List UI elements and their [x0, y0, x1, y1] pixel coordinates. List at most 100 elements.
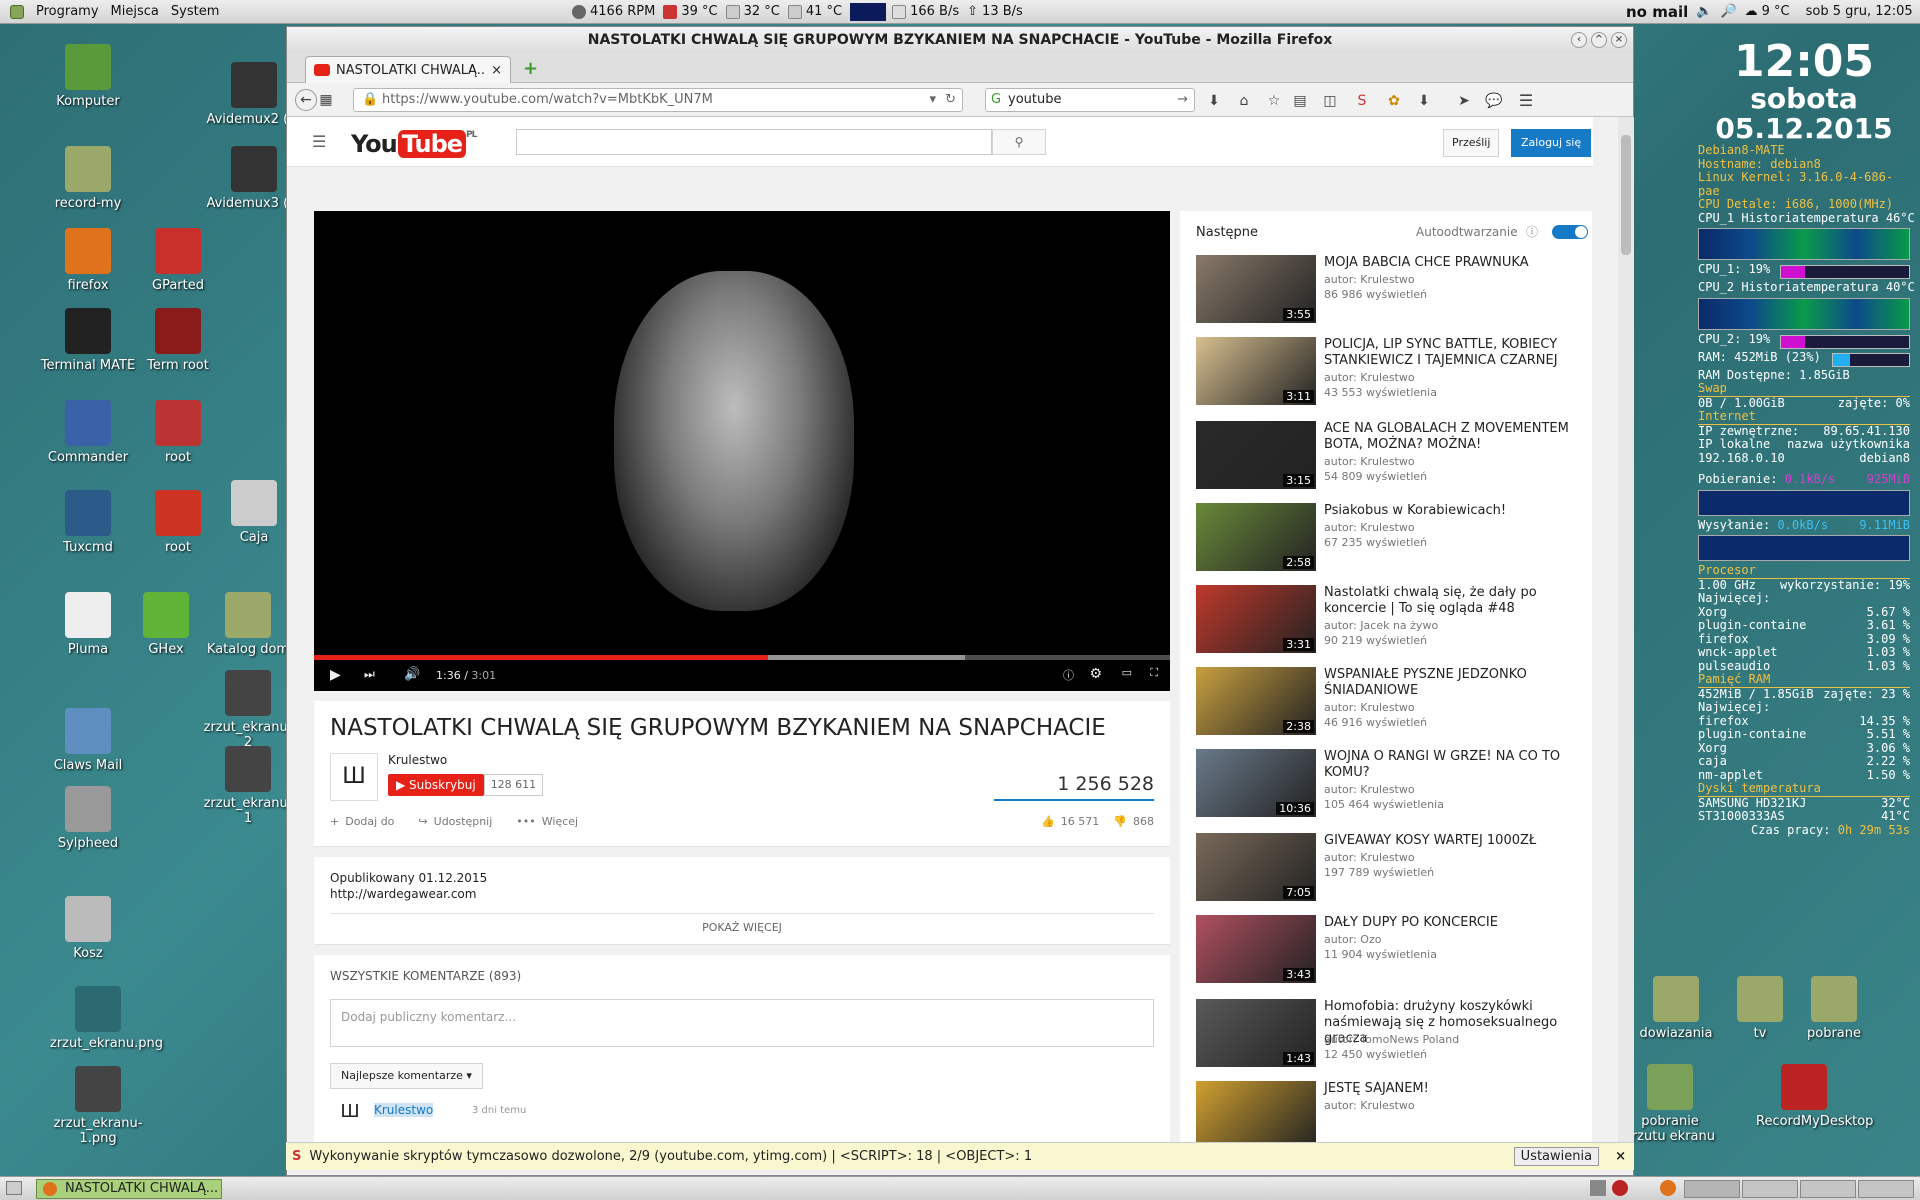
- channel-name[interactable]: Krulestwo: [388, 753, 447, 767]
- mail-applet[interactable]: no mail: [1626, 3, 1688, 21]
- tray-record-icon[interactable]: [1612, 1180, 1628, 1196]
- fan-sensor[interactable]: 4166 RPM: [572, 4, 655, 19]
- maximize-icon[interactable]: ^: [1591, 32, 1607, 48]
- search-icon[interactable]: ⚲: [992, 129, 1046, 155]
- subscribe-button[interactable]: ▶ Subskrybuj: [388, 774, 484, 796]
- dislike-button[interactable]: 👎 868: [1113, 815, 1154, 828]
- close-icon[interactable]: ×: [1611, 32, 1627, 48]
- upload-button[interactable]: Prześlij: [1443, 129, 1500, 157]
- related-video[interactable]: JESTĘ SAJANEM! autor: Krulestwo: [1196, 1081, 1592, 1151]
- signin-button[interactable]: Zaloguj się: [1511, 129, 1592, 157]
- desktop-icon[interactable]: zrzut_ekranu-2: [200, 670, 296, 750]
- desktop-icon[interactable]: pobrane: [1786, 976, 1882, 1041]
- related-title[interactable]: POLICJA, LIP SYNC BATTLE, KOBIECY STANKI…: [1324, 337, 1594, 369]
- desktop-icon[interactable]: record-my: [40, 146, 136, 211]
- video-thumbnail[interactable]: 7:05: [1196, 833, 1316, 901]
- url-bar[interactable]: 🔒 https://www.youtube.com/watch?v=MbtKbK…: [353, 88, 963, 112]
- noscript-icon[interactable]: S: [1353, 92, 1371, 110]
- menu-programy[interactable]: Programy: [36, 4, 99, 19]
- cpu-graph-applet[interactable]: [850, 2, 887, 21]
- workspace-2[interactable]: [1742, 1180, 1798, 1198]
- close-icon[interactable]: ×: [1615, 1149, 1626, 1164]
- cpu-temp-sensor[interactable]: 39 °C: [663, 4, 718, 19]
- hamburger-menu-icon[interactable]: ☰: [1517, 92, 1535, 110]
- desktop-icon[interactable]: Tuxcmd: [40, 490, 136, 555]
- related-video[interactable]: 3:31 Nastolatki chwalą się, że dały po ko…: [1196, 585, 1592, 655]
- settings-button[interactable]: Ustawienia: [1513, 1147, 1600, 1166]
- sort-dropdown[interactable]: Najlepsze komentarze ▾: [330, 1063, 483, 1089]
- related-title[interactable]: JESTĘ SAJANEM!: [1324, 1081, 1594, 1097]
- desktop-icon[interactable]: zrzut_ekranu-1: [200, 746, 296, 826]
- show-desktop-icon[interactable]: [6, 1181, 22, 1195]
- video-thumbnail[interactable]: 3:11: [1196, 337, 1316, 405]
- url-dropdown-icon[interactable]: ▾: [929, 89, 936, 111]
- related-title[interactable]: WOJNA O RANGI W GRZE! NA CO TO KOMU?: [1324, 749, 1594, 781]
- comment-input[interactable]: Dodaj publiczny komentarz...: [330, 999, 1154, 1047]
- volume-icon[interactable]: 🔊: [404, 667, 420, 682]
- menu-logo-icon[interactable]: [10, 4, 24, 19]
- video-player[interactable]: ▶ ⏭ 🔊 1:36 / 3:01 ⓘ ⚙ ▭ ⛶: [314, 211, 1170, 691]
- video-thumbnail[interactable]: 3:15: [1196, 421, 1316, 489]
- desktop-icon[interactable]: pobranie zrzutu ekranu: [1622, 1064, 1718, 1144]
- show-more-button[interactable]: POKAŻ WIĘCEJ: [314, 921, 1170, 934]
- desktop-icon[interactable]: Sylpheed: [40, 786, 136, 851]
- share-button[interactable]: ↪ Udostępnij: [418, 815, 492, 828]
- window-titlebar[interactable]: NASTOLATKI CHWALĄ SIĘ GRUPOWYM BZYKANIEM…: [287, 27, 1633, 53]
- chat-icon[interactable]: 💬: [1485, 92, 1503, 110]
- bookmarks-list-icon[interactable]: ▤: [1291, 92, 1309, 110]
- video-thumbnail[interactable]: 3:43: [1196, 915, 1316, 983]
- video-thumbnail[interactable]: [1196, 1081, 1316, 1149]
- comment-author[interactable]: Krulestwo: [374, 1103, 434, 1117]
- video-thumbnail[interactable]: 10:36: [1196, 749, 1316, 817]
- tray-app-icon[interactable]: [1590, 1180, 1606, 1196]
- add-to-button[interactable]: + Dodaj do: [330, 815, 394, 828]
- vertical-scrollbar[interactable]: [1618, 117, 1634, 1153]
- download-speed[interactable]: 166 B/s: [892, 4, 959, 19]
- related-video[interactable]: 3:43 DAŁY DUPY PO KONCERCIE autor: Ozo 11 9…: [1196, 915, 1592, 985]
- downloads-icon[interactable]: ⬇: [1205, 92, 1223, 110]
- related-video[interactable]: 3:15 ACE NA GLOBALACH Z MOVEMENTEM BOTA, …: [1196, 421, 1592, 491]
- weather-applet[interactable]: ☁ 9 °C: [1745, 4, 1790, 19]
- desktop-icon[interactable]: zrzut_ekranu.png: [50, 986, 163, 1051]
- description-link[interactable]: http://wardegawear.com: [330, 887, 476, 901]
- desktop-icon[interactable]: Katalog dom: [200, 592, 296, 657]
- scrollbar-thumb[interactable]: [1621, 135, 1631, 255]
- like-button[interactable]: 👍 16 571: [1041, 815, 1099, 828]
- youtube-logo[interactable]: You Tube PL: [351, 130, 477, 158]
- settings-gear-icon[interactable]: ⚙: [1089, 666, 1102, 682]
- related-title[interactable]: Psiakobus w Korabiewicach!: [1324, 503, 1594, 519]
- browser-tab[interactable]: NASTOLATKI CHWALĄ... ×: [305, 56, 511, 83]
- menu-system[interactable]: System: [171, 4, 219, 19]
- back-arrow-icon[interactable]: ←: [295, 89, 317, 111]
- related-title[interactable]: ACE NA GLOBALACH Z MOVEMENTEM BOTA, MOŻN…: [1324, 421, 1594, 453]
- desktop-icon[interactable]: Terminal MATE: [40, 308, 136, 373]
- comment-avatar[interactable]: Ш: [330, 1101, 370, 1131]
- tray-firefox-icon[interactable]: [1660, 1180, 1676, 1196]
- related-title[interactable]: WSPANIAŁE PYSZNE JEDZONKO ŚNIADANIOWE: [1324, 667, 1594, 699]
- search-bar[interactable]: G youtube →: [985, 88, 1195, 112]
- video-thumbnail[interactable]: 1:43: [1196, 999, 1316, 1067]
- play-icon[interactable]: ▶: [330, 667, 341, 683]
- new-tab-icon[interactable]: +: [523, 58, 538, 79]
- theater-mode-icon[interactable]: ▭: [1122, 666, 1132, 679]
- related-title[interactable]: Nastolatki chwalą się, że dały po koncer…: [1324, 585, 1594, 617]
- desktop-icon[interactable]: Term root: [130, 308, 226, 373]
- search-go-icon[interactable]: →: [1177, 89, 1188, 111]
- related-video[interactable]: 2:58 Psiakobus w Korabiewicach! autor: Kru…: [1196, 503, 1592, 573]
- desktop-icon[interactable]: Kosz: [40, 896, 136, 961]
- related-video[interactable]: 10:36 WOJNA O RANGI W GRZE! NA CO TO KOMU…: [1196, 749, 1592, 819]
- desktop-icon[interactable]: Claws Mail: [40, 708, 136, 773]
- desktop-icon[interactable]: zrzut_ekranu-1.png: [50, 1066, 146, 1146]
- autoplay-toggle[interactable]: [1552, 225, 1588, 239]
- download-helper-icon[interactable]: ⬇: [1415, 92, 1433, 110]
- more-button[interactable]: ••• Więcej: [516, 815, 578, 828]
- search-tool-icon[interactable]: 🔎: [1720, 4, 1736, 19]
- channel-avatar[interactable]: Ш: [330, 753, 378, 801]
- disk2-temp-sensor[interactable]: 41 °C: [787, 4, 842, 19]
- related-title[interactable]: GIVEAWAY KOSY WARTEJ 1000ZŁ: [1324, 833, 1594, 849]
- info-icon[interactable]: ⓘ: [1526, 223, 1538, 240]
- workspace-1[interactable]: [1684, 1180, 1740, 1198]
- video-thumbnail[interactable]: 2:38: [1196, 667, 1316, 735]
- video-thumbnail[interactable]: 3:55: [1196, 255, 1316, 323]
- next-icon[interactable]: ⏭: [364, 667, 375, 682]
